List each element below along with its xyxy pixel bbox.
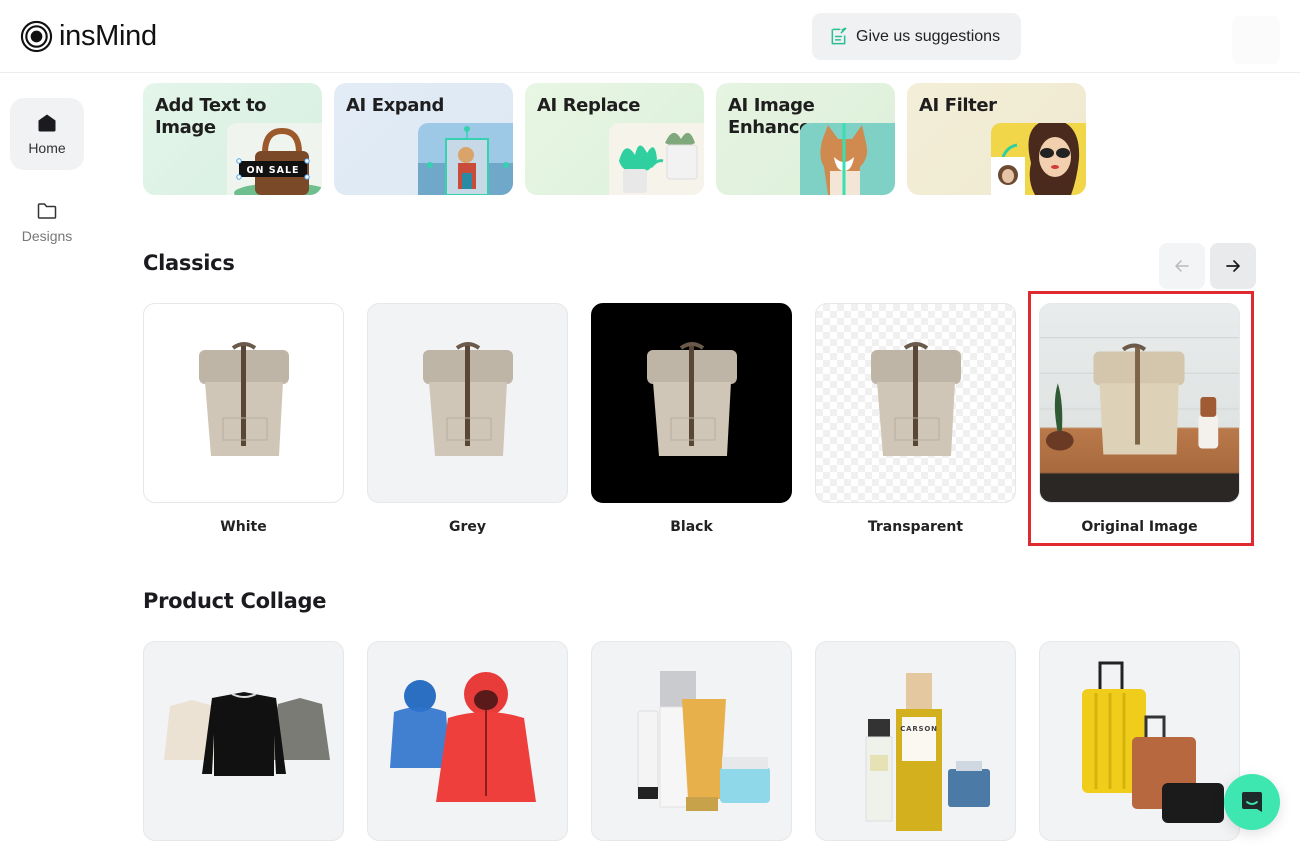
option-label: Transparent <box>867 519 964 535</box>
collage-preview <box>591 641 792 841</box>
feature-title: AI Filter <box>919 95 997 116</box>
jackets-image <box>389 672 536 802</box>
collage-template-jackets[interactable] <box>367 641 568 841</box>
collage-preview <box>367 641 568 841</box>
backpack-image <box>422 342 513 456</box>
give-suggestions-button[interactable]: Give us suggestions <box>812 13 1021 60</box>
collage-preview <box>1039 641 1240 841</box>
sidebar-item-label: Home <box>28 140 66 156</box>
feature-title: AI Replace <box>537 95 641 116</box>
logo-mark-icon <box>20 20 53 53</box>
ai-enhancer-thumbnail <box>800 123 895 195</box>
feature-card-ai-image-enhancer[interactable]: AI Image Enhancer <box>716 83 895 195</box>
background-option-white[interactable]: White <box>143 303 344 535</box>
backpack-image <box>198 342 289 456</box>
feature-card-ai-expand[interactable]: AI Expand <box>334 83 513 195</box>
collage-preview <box>143 641 344 841</box>
sidebar-item-designs[interactable]: Designs <box>10 186 84 258</box>
background-option-black[interactable]: Black <box>591 303 792 535</box>
brand-name: insMind <box>59 20 157 52</box>
original-photo-preview <box>1039 303 1240 503</box>
collage-template-perfumes[interactable]: CARSON <box>815 641 1016 841</box>
sidebar-item-home[interactable]: Home <box>10 98 84 170</box>
feature-card-add-text[interactable]: Add Text to Image ON SALE <box>143 83 322 195</box>
arrow-right-icon <box>1226 260 1240 272</box>
give-suggestions-label: Give us suggestions <box>856 27 1001 45</box>
feature-card-ai-replace[interactable]: AI Replace <box>525 83 704 195</box>
backpack-preview <box>367 303 568 503</box>
arrow-left-icon <box>1175 260 1189 272</box>
original-scene-image <box>1040 337 1239 455</box>
perfume-label: CARSON <box>900 725 938 733</box>
backpack-preview <box>591 303 792 503</box>
support-chat-button[interactable] <box>1224 774 1280 830</box>
feature-title: AI Expand <box>346 95 444 116</box>
user-avatar[interactable] <box>1232 16 1280 64</box>
backpack-preview <box>815 303 1016 503</box>
sidebar-item-label: Designs <box>21 228 73 244</box>
feature-card-ai-filter[interactable]: AI Filter <box>907 83 1086 195</box>
option-label: Original Image <box>1081 519 1198 535</box>
backpack-image <box>870 342 961 456</box>
product-collage-grid: CARSON <box>143 641 1240 841</box>
feature-cards: Add Text to Image ON SALE AI Expand AI R… <box>143 83 1086 195</box>
background-option-original-image[interactable]: Original Image <box>1039 303 1240 535</box>
sidebar: Home Designs <box>0 74 95 850</box>
feedback-edit-icon <box>831 27 847 45</box>
cosmetics-image <box>637 671 770 811</box>
luggage-image <box>1081 661 1224 823</box>
background-option-transparent[interactable]: Transparent <box>815 303 1016 535</box>
collage-template-cosmetics[interactable] <box>591 641 792 841</box>
option-label: White <box>220 519 267 535</box>
carousel-next-button[interactable] <box>1210 243 1256 289</box>
ai-replace-thumbnail <box>609 123 704 195</box>
folder-icon <box>37 203 57 219</box>
on-sale-badge: ON SALE <box>246 165 299 176</box>
home-icon <box>38 114 56 132</box>
background-option-grey[interactable]: Grey <box>367 303 568 535</box>
ai-expand-thumbnail <box>418 123 513 195</box>
classics-grid: White Grey Black Transparent Original Im… <box>143 303 1240 535</box>
chat-smile-icon <box>1242 792 1262 812</box>
top-header: insMind Give us suggestions <box>0 0 1300 73</box>
collage-preview: CARSON <box>815 641 1016 841</box>
add-text-thumbnail: ON SALE <box>227 123 322 195</box>
classics-title: Classics <box>143 251 235 275</box>
collage-template-sweaters[interactable] <box>143 641 344 841</box>
perfumes-image: CARSON <box>865 673 990 831</box>
brand-logo[interactable]: insMind <box>20 20 157 53</box>
option-label: Black <box>670 519 713 535</box>
backpack-preview <box>143 303 344 503</box>
ai-filter-thumbnail <box>991 123 1086 195</box>
sweaters-image <box>163 692 330 776</box>
backpack-image <box>646 342 737 456</box>
option-label: Grey <box>448 519 487 535</box>
product-collage-title: Product Collage <box>143 589 327 613</box>
collage-template-luggage[interactable] <box>1039 641 1240 841</box>
carousel-prev-button[interactable] <box>1159 243 1205 289</box>
